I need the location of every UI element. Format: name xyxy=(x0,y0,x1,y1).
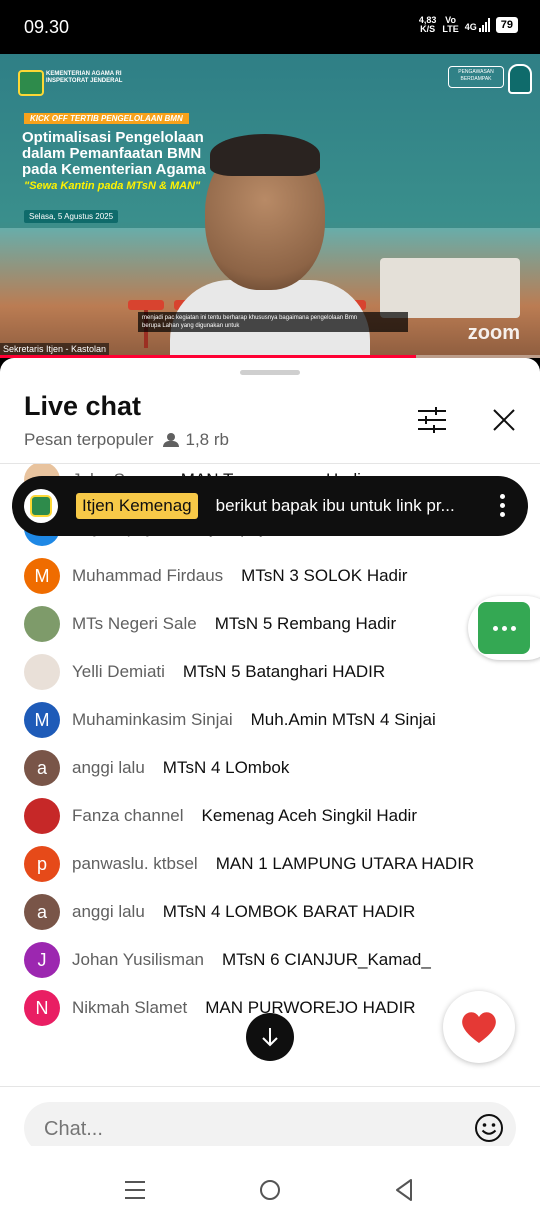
kemenag-logo xyxy=(18,70,44,96)
message-author[interactable]: panwaslu. ktbsel xyxy=(72,854,198,874)
side-chat-pill xyxy=(468,596,540,660)
video-org-text: KEMENTERIAN AGAMA RI INSPEKTORAT JENDERA… xyxy=(46,71,123,84)
chat-message[interactable]: M Muhaminkasim Sinjai Muh.Amin MTsN 4 Sinj… xyxy=(24,702,524,738)
message-text: MTsN 5 Batanghari HADIR xyxy=(182,662,386,681)
avatar[interactable] xyxy=(24,654,60,690)
pusaka-logo xyxy=(508,64,532,94)
message-author[interactable]: Muhammad Firdaus xyxy=(72,566,223,586)
close-button[interactable] xyxy=(486,402,522,438)
message-text: MAN 1 LAMPUNG UTARA HADIR xyxy=(215,854,475,873)
nav-menu-icon xyxy=(125,1181,145,1199)
close-icon xyxy=(493,409,515,431)
nav-menu-button[interactable] xyxy=(119,1174,151,1206)
avatar[interactable]: J xyxy=(24,942,60,978)
message-author[interactable]: Yelli Demiati xyxy=(72,662,165,682)
status-indicators: 4,83 K/S Vo LTE 4G 79 xyxy=(419,16,518,34)
chat-message[interactable]: a anggi lalu MTsN 4 LOmbok xyxy=(24,750,524,786)
drag-handle[interactable] xyxy=(240,370,300,375)
avatar[interactable]: a xyxy=(24,750,60,786)
message-author[interactable]: Muhaminkasim Sinjai xyxy=(72,710,233,730)
message-text: MTsN 6 CIANJUR_Kamad_ xyxy=(222,950,431,969)
message-author[interactable]: MTs Negeri Sale xyxy=(72,614,197,634)
chat-message[interactable]: Fanza channel Kemenag Aceh Singkil Hadir xyxy=(24,798,524,834)
message-text: MTsN 5 Rembang Hadir xyxy=(214,614,397,633)
message-text: MTsN 4 LOMBOK BARAT HADIR xyxy=(162,902,416,921)
emoji-button[interactable] xyxy=(474,1113,504,1143)
message-author[interactable]: Nikmah Slamet xyxy=(72,998,187,1018)
pinned-author-badge[interactable]: Itjen Kemenag xyxy=(76,493,198,519)
chat-message[interactable]: M Muhammad Firdaus MTsN 3 SOLOK Hadir xyxy=(24,558,524,594)
net-speed: 4,83 K/S xyxy=(418,15,437,34)
chat-message-list[interactable]: John SuneoMAN Temanggung HadirEEny Supri… xyxy=(0,464,540,1086)
message-author[interactable]: Johan Yusilisman xyxy=(72,950,204,970)
live-chat-panel: Live chat Pesan terpopuler 1,8 rb John S… xyxy=(0,358,540,1230)
avatar[interactable]: M xyxy=(24,702,60,738)
arrow-down-icon xyxy=(262,1028,278,1047)
avatar[interactable]: N xyxy=(24,990,60,1026)
video-subtitle: "Sewa Kantin pada MTsN & MAN" xyxy=(24,180,201,192)
avatar[interactable]: M xyxy=(24,558,60,594)
chat-dots-icon[interactable] xyxy=(478,602,530,654)
avatar[interactable] xyxy=(24,798,60,834)
signal-icon: 4G xyxy=(465,18,490,32)
input-divider xyxy=(0,1086,540,1087)
status-bar: 09.30 4,83 K/S Vo LTE 4G 79 xyxy=(0,0,540,54)
nav-back-button[interactable] xyxy=(389,1174,421,1206)
system-nav-bar xyxy=(0,1146,540,1230)
video-player[interactable]: KEMENTERIAN AGAMA RI INSPEKTORAT JENDERA… xyxy=(0,54,540,358)
filter-button[interactable] xyxy=(414,402,450,438)
nav-back-icon xyxy=(396,1179,412,1201)
chat-mode-selector[interactable]: Pesan terpopuler xyxy=(24,430,153,450)
person-icon xyxy=(163,433,180,447)
volte-indicator: Vo LTE xyxy=(442,15,459,34)
pinned-message[interactable]: Itjen Kemenag berikut bapak ibu untuk li… xyxy=(12,476,528,536)
chat-title: Live chat xyxy=(24,391,142,421)
video-caption: menjadi pac kegiatan ini tentu berharap … xyxy=(138,312,408,332)
battery-icon: 79 xyxy=(495,17,518,33)
more-vert-icon[interactable] xyxy=(500,494,506,518)
message-text: Muh.Amin MTsN 4 Sinjai xyxy=(250,710,436,729)
message-text: MTsN 4 LOmbok xyxy=(162,758,290,777)
avatar[interactable]: p xyxy=(24,846,60,882)
chat-message[interactable]: Yelli Demiati MTsN 5 Batanghari HADIR xyxy=(24,654,524,690)
avatar[interactable] xyxy=(24,606,60,642)
message-author[interactable]: anggi lalu xyxy=(72,902,145,922)
video-kickoff-banner: KICK OFF TERTIB PENGELOLAAN BMN xyxy=(24,113,189,124)
video-date: Selasa, 5 Agustus 2025 xyxy=(24,210,119,223)
heart-icon xyxy=(462,1012,496,1043)
emoji-icon xyxy=(475,1114,503,1142)
chat-message[interactable]: J Johan Yusilisman MTsN 6 CIANJUR_Kamad_ xyxy=(24,942,524,978)
pinned-text: berikut bapak ibu untuk link pr... xyxy=(215,496,455,515)
message-text: MAN PURWOREJO HADIR xyxy=(205,998,416,1017)
status-time: 09.30 xyxy=(24,17,70,37)
chat-subheader: Pesan terpopuler 1,8 rb xyxy=(24,430,229,450)
zoom-watermark: zoom xyxy=(467,322,520,344)
video-counter xyxy=(380,258,520,318)
scroll-to-bottom-button[interactable] xyxy=(246,1013,294,1061)
chat-message[interactable]: MTs Negeri Sale MTsN 5 Rembang Hadir xyxy=(24,606,524,642)
speaker-name-tag: Sekretaris Itjen - Kastolan xyxy=(0,343,110,355)
message-author[interactable]: Fanza channel xyxy=(72,806,184,826)
filter-icon xyxy=(418,407,446,433)
viewer-count: 1,8 rb xyxy=(163,430,229,450)
heart-reaction-button[interactable] xyxy=(443,991,515,1063)
nav-home-button[interactable] xyxy=(254,1174,286,1206)
chat-message[interactable]: a anggi lalu MTsN 4 LOMBOK BARAT HADIR xyxy=(24,894,524,930)
nav-home-icon xyxy=(260,1180,280,1200)
message-author[interactable]: anggi lalu xyxy=(72,758,145,778)
avatar[interactable]: a xyxy=(24,894,60,930)
message-text: MTsN 3 SOLOK Hadir xyxy=(241,566,408,585)
message-text: Kemenag Aceh Singkil Hadir xyxy=(201,806,417,825)
pinned-avatar xyxy=(24,489,58,523)
partner-logo: PENGAWASAN BERDAMPAK xyxy=(448,66,504,88)
chat-message[interactable]: p panwaslu. ktbsel MAN 1 LAMPUNG UTARA HAD… xyxy=(24,846,524,882)
